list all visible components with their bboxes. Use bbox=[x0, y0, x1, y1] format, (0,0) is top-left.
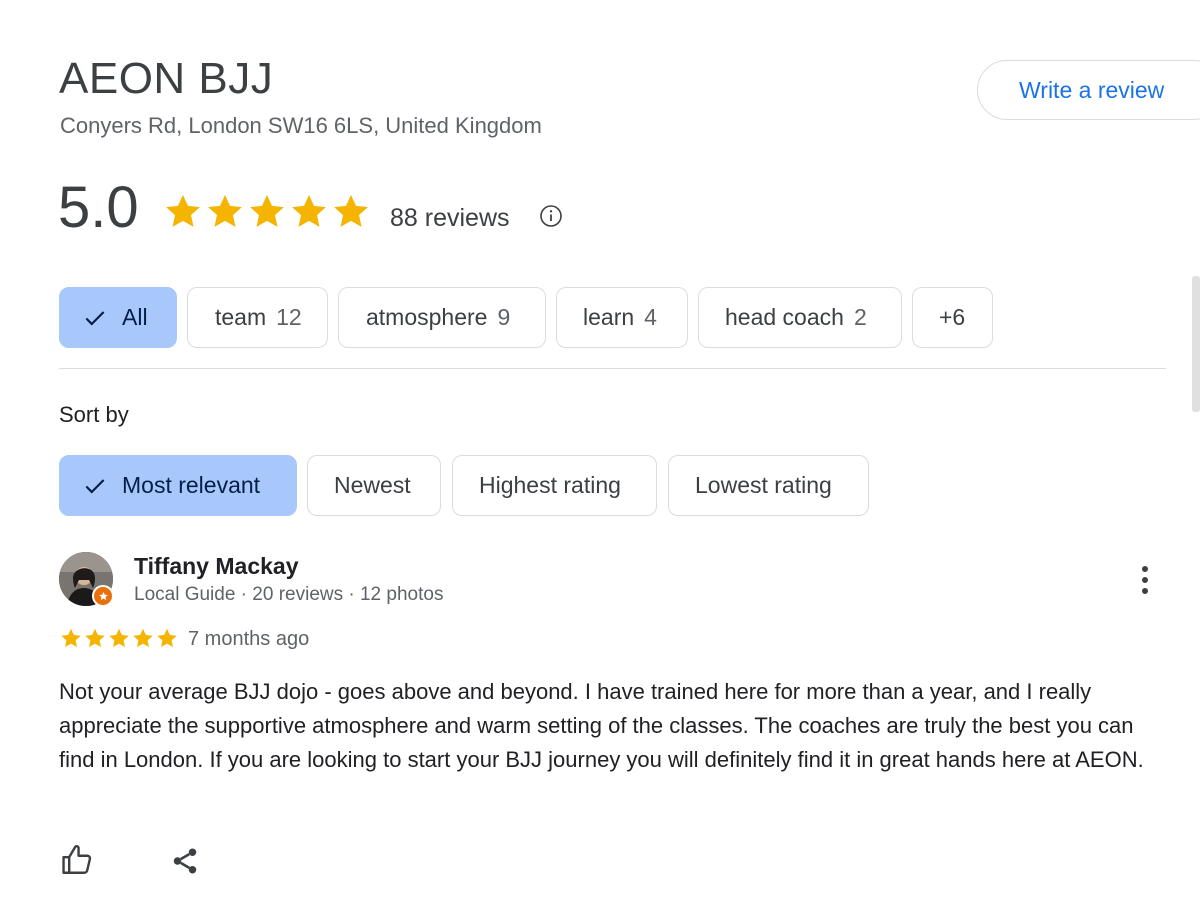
topic-chip-label: +6 bbox=[939, 304, 966, 330]
topic-chip-label: learn bbox=[583, 304, 635, 330]
topic-chip-atmosphere[interactable]: atmosphere 9 bbox=[338, 287, 546, 348]
divider bbox=[59, 368, 1166, 369]
topic-chip-learn[interactable]: learn 4 bbox=[556, 287, 688, 348]
review-time: 7 months ago bbox=[188, 628, 310, 650]
write-review-button[interactable]: Write a review bbox=[977, 60, 1200, 120]
sort-option-label: Most relevant bbox=[122, 472, 261, 498]
info-icon[interactable] bbox=[539, 204, 563, 228]
review-count[interactable]: 88 reviews bbox=[390, 204, 510, 233]
topic-chip-count: 2 bbox=[853, 304, 867, 330]
topic-chip-count: 12 bbox=[276, 304, 302, 330]
sort-newest[interactable]: Newest bbox=[307, 455, 441, 516]
topic-chip-more[interactable]: +6 bbox=[912, 287, 993, 348]
sort-option-label: Highest rating bbox=[479, 472, 621, 498]
topic-chip-team[interactable]: team 12 bbox=[187, 287, 328, 348]
topic-chip-label: atmosphere bbox=[366, 304, 488, 330]
check-icon bbox=[85, 310, 105, 325]
more-vert-icon[interactable] bbox=[1133, 563, 1157, 597]
topic-chip-head-coach[interactable]: head coach 2 bbox=[698, 287, 902, 348]
star-icon bbox=[250, 195, 284, 227]
sort-option-label: Newest bbox=[334, 472, 411, 498]
topic-chip-label: team bbox=[215, 304, 267, 330]
place-address: Conyers Rd, London SW16 6LS, United King… bbox=[60, 113, 542, 138]
topic-chip-label: All bbox=[122, 304, 148, 330]
star-icon bbox=[334, 195, 368, 227]
share-icon[interactable] bbox=[170, 845, 200, 877]
scrollbar[interactable] bbox=[1192, 276, 1200, 412]
sort-lowest-rating[interactable]: Lowest rating bbox=[668, 455, 869, 516]
star-icon bbox=[61, 628, 81, 648]
topic-chip-all[interactable]: All bbox=[59, 287, 177, 348]
sort-most-relevant[interactable]: Most relevant bbox=[59, 455, 297, 516]
average-rating-stars bbox=[162, 192, 372, 232]
reviewer-meta: Local Guide · 20 reviews · 12 photos bbox=[134, 584, 444, 605]
star-icon bbox=[85, 628, 105, 648]
sort-highest-rating[interactable]: Highest rating bbox=[452, 455, 657, 516]
star-icon bbox=[208, 195, 242, 227]
review-text: Not your average BJJ dojo - goes above a… bbox=[59, 679, 1144, 772]
place-title: AEON BJJ bbox=[59, 54, 274, 103]
thumbs-up-icon[interactable] bbox=[60, 843, 94, 877]
topic-chip-label: head coach bbox=[725, 304, 844, 330]
star-icon bbox=[157, 628, 177, 648]
local-guide-badge-icon bbox=[92, 585, 114, 607]
reviewer-name[interactable]: Tiffany Mackay bbox=[134, 553, 298, 580]
sort-label: Sort by bbox=[59, 402, 129, 427]
review-stars bbox=[59, 627, 179, 650]
average-rating: 5.0 bbox=[58, 175, 139, 240]
star-icon bbox=[292, 195, 326, 227]
sort-option-label: Lowest rating bbox=[695, 472, 832, 498]
star-icon bbox=[109, 628, 129, 648]
star-icon bbox=[133, 628, 153, 648]
check-icon bbox=[85, 478, 105, 493]
star-icon bbox=[166, 195, 200, 227]
topic-chip-count: 9 bbox=[497, 304, 511, 330]
topic-chip-count: 4 bbox=[644, 304, 657, 330]
